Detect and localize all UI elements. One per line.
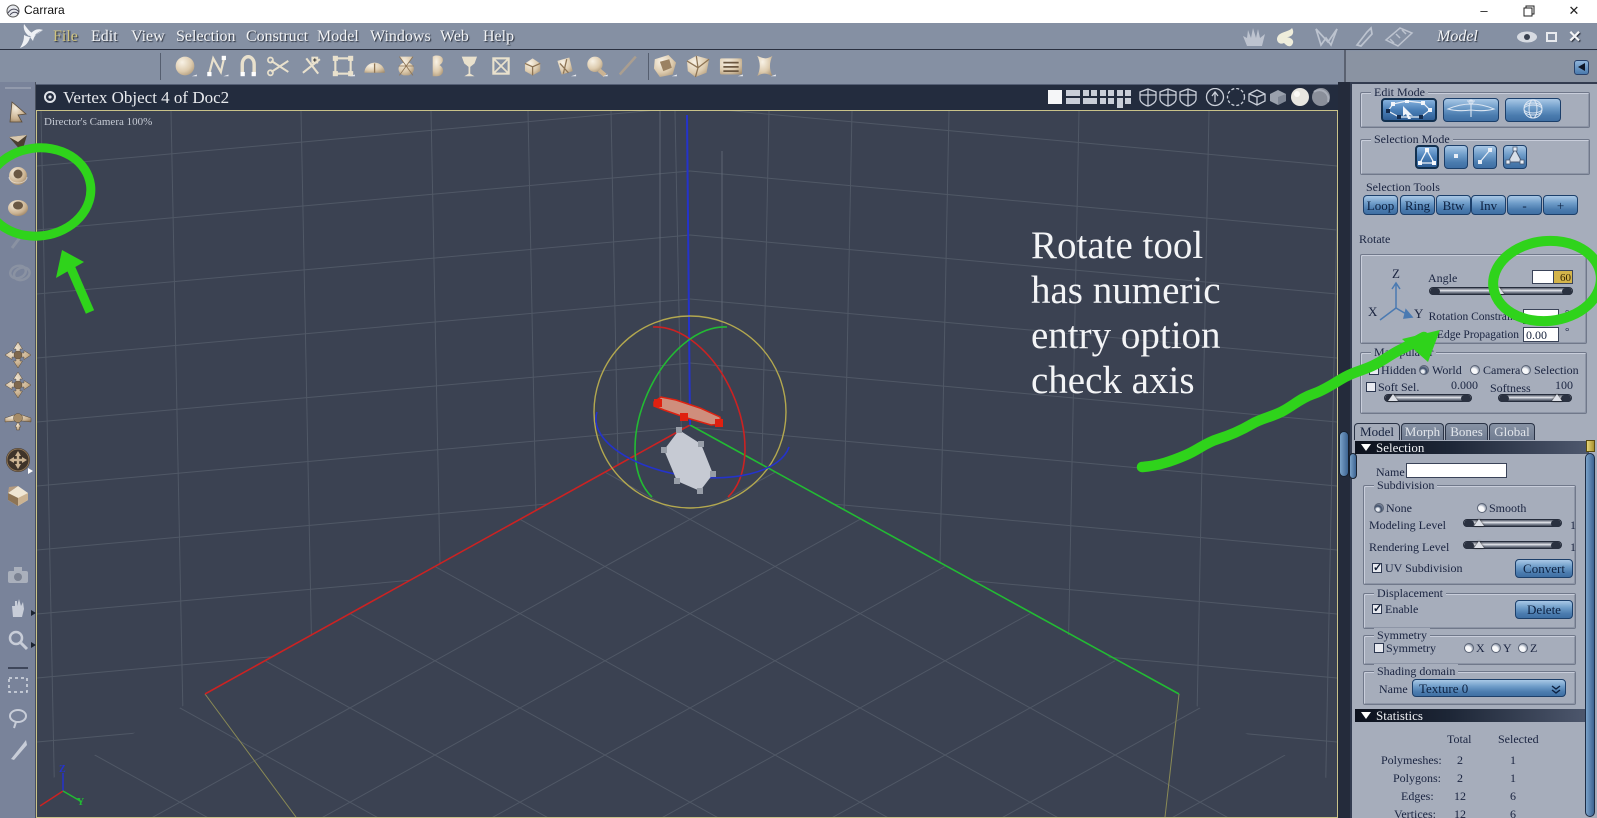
svg-text:Y: Y (1414, 306, 1424, 321)
svg-text:Z: Z (59, 764, 66, 775)
svg-text:X: X (1368, 304, 1378, 319)
svg-text:Y: Y (77, 797, 85, 808)
svg-text:Z: Z (1392, 266, 1400, 281)
